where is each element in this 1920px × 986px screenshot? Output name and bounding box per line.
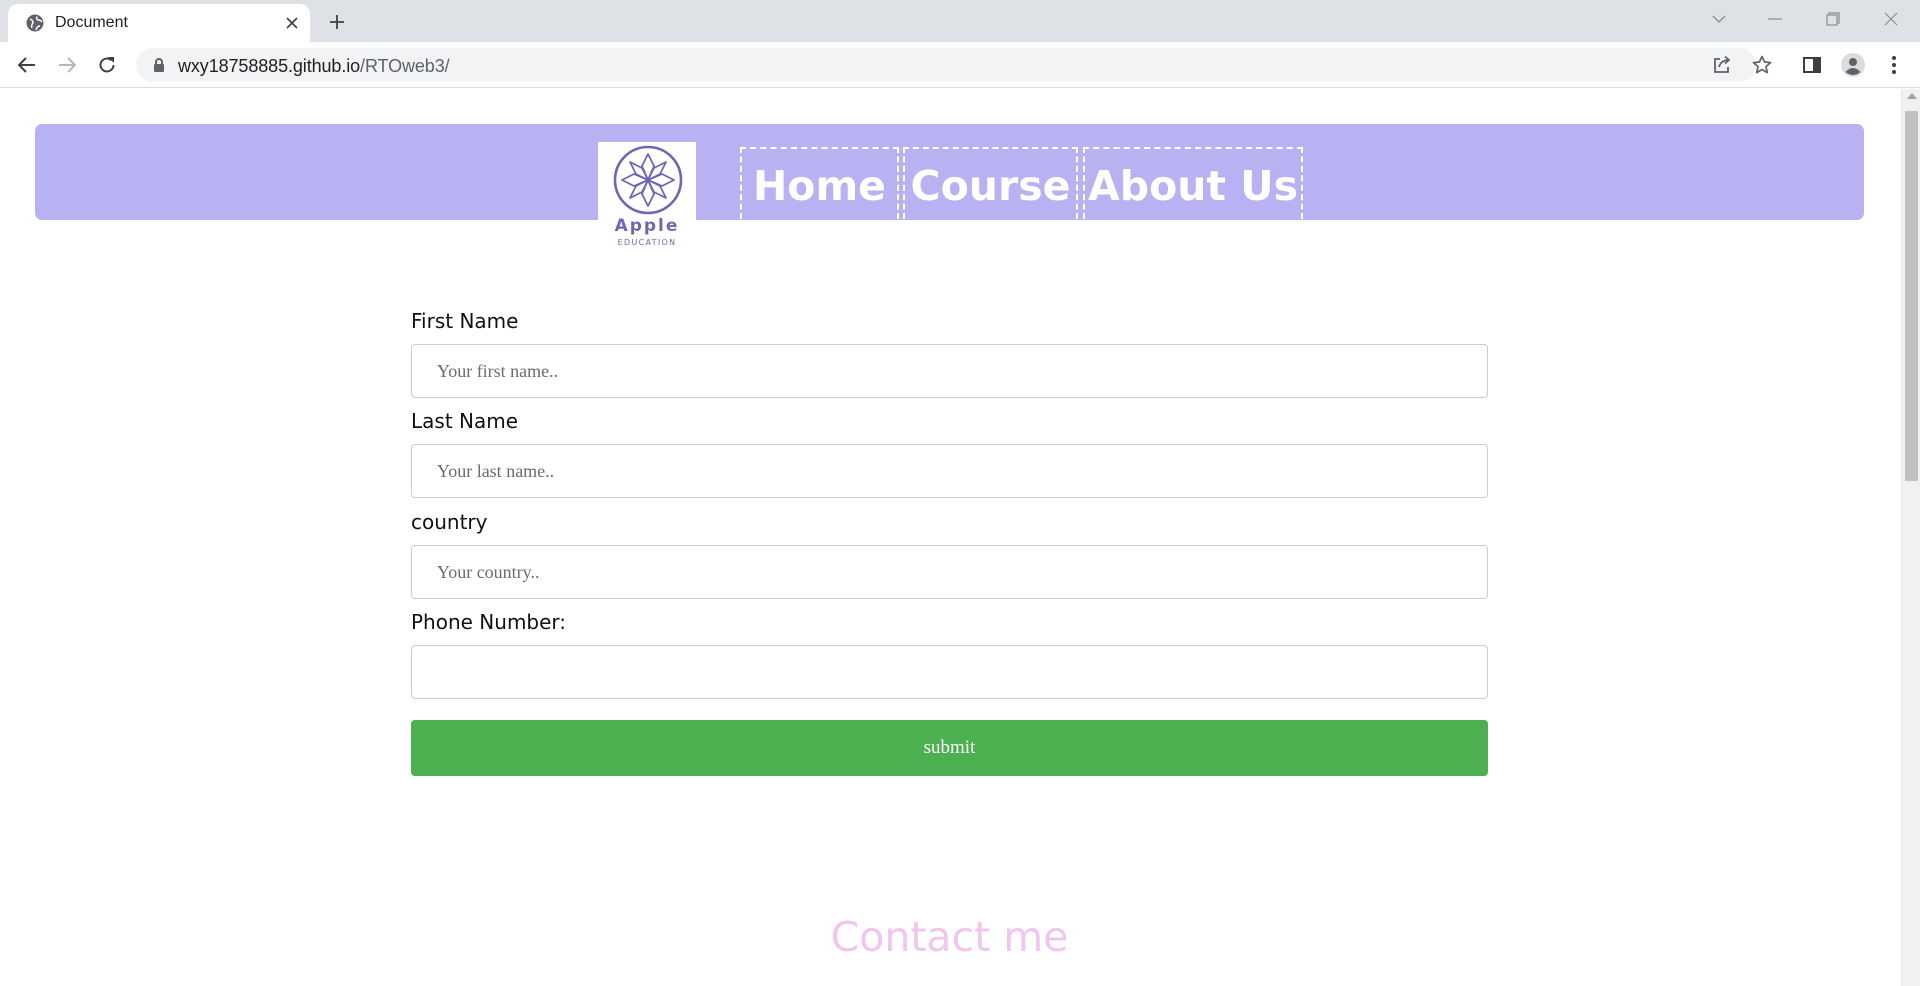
page-scrollbar[interactable] [1901, 89, 1920, 986]
scrollbar-thumb[interactable] [1905, 111, 1918, 481]
country-label: country [411, 510, 488, 534]
close-tab-icon[interactable] [280, 11, 304, 35]
tab-search-chevron-icon[interactable] [1702, 6, 1736, 32]
snowflake-logo-icon [612, 144, 684, 216]
globe-icon [25, 13, 45, 33]
logo: Apple EDUCATION [598, 142, 696, 252]
nav-about-us[interactable]: About Us [1083, 147, 1303, 219]
phone-number-input[interactable] [411, 645, 1488, 699]
phone-number-label: Phone Number: [411, 610, 567, 634]
close-window-icon[interactable] [1874, 6, 1908, 32]
submit-button[interactable]: submit [411, 720, 1488, 776]
scroll-up-arrow-icon[interactable] [1907, 93, 1917, 99]
nav-course[interactable]: Course [903, 147, 1078, 219]
browser-tab-strip: Document [0, 0, 1920, 42]
page-viewport: Apple EDUCATION Home Course About Us Fir… [0, 89, 1920, 986]
first-name-input[interactable] [411, 344, 1488, 398]
restore-icon[interactable] [1816, 6, 1850, 32]
url-path: /RTOweb3/ [360, 56, 450, 76]
tab-title: Document [55, 14, 128, 31]
reload-icon[interactable] [92, 50, 122, 80]
country-input[interactable] [411, 545, 1488, 599]
share-icon[interactable] [1710, 53, 1734, 77]
logo-wordmark: Apple [614, 216, 680, 236]
first-name-label: First Name [411, 309, 519, 333]
forward-arrow-icon[interactable] [52, 50, 82, 80]
lock-icon[interactable] [152, 57, 166, 73]
nav-home[interactable]: Home [740, 147, 899, 219]
url-host: wxy18758885.github.io [178, 56, 361, 76]
browser-toolbar: wxy18758885.github.io/RTOweb3/ [0, 42, 1920, 88]
back-arrow-icon[interactable] [12, 50, 42, 80]
profile-avatar-icon[interactable] [1841, 53, 1865, 77]
last-name-input[interactable] [411, 444, 1488, 498]
minimize-icon[interactable] [1758, 6, 1792, 32]
logo-subtitle: EDUCATION [617, 238, 677, 247]
new-tab-icon[interactable] [324, 9, 350, 35]
address-bar[interactable]: wxy18758885.github.io/RTOweb3/ [136, 48, 1772, 82]
bookmark-star-icon[interactable] [1750, 53, 1774, 77]
contact-heading: Contact me [830, 913, 1069, 961]
more-menu-icon[interactable] [1882, 53, 1906, 77]
browser-tab[interactable]: Document [8, 4, 310, 42]
url-text[interactable]: wxy18758885.github.io/RTOweb3/ [178, 56, 450, 77]
last-name-label: Last Name [411, 409, 519, 433]
side-panel-icon[interactable] [1800, 53, 1824, 77]
